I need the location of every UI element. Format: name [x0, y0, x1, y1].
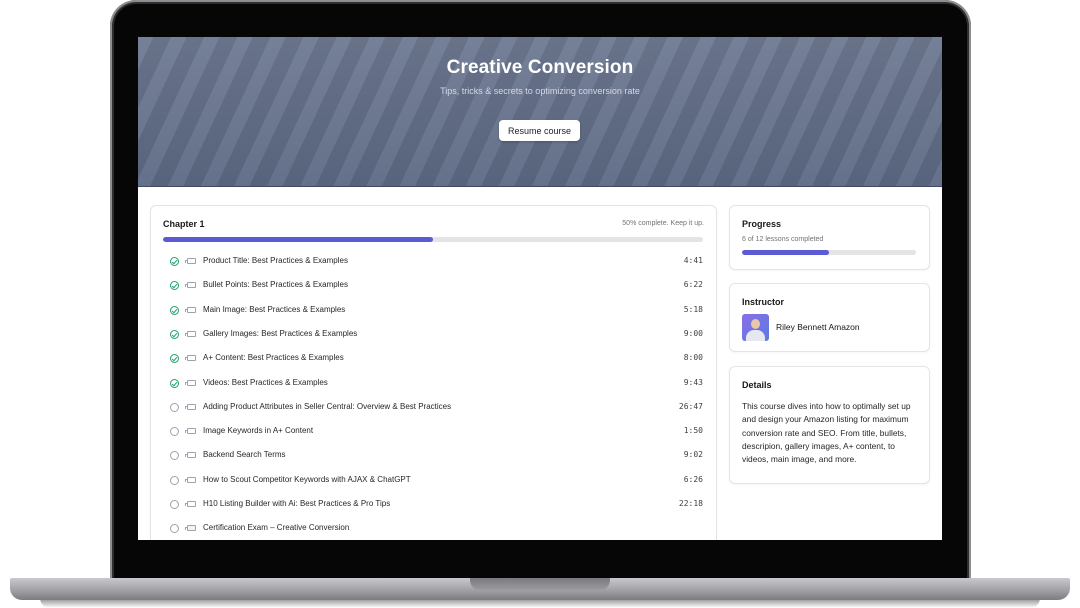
lesson-duration: 6:26 — [683, 474, 703, 484]
empty-circle-icon — [170, 402, 179, 412]
video-icon — [185, 379, 196, 386]
check-circle-icon — [170, 354, 179, 364]
check-circle-icon — [170, 257, 179, 266]
instructor-card: Instructor Riley Bennett Amazon — [729, 283, 930, 352]
lesson-duration: 9:43 — [683, 377, 703, 387]
lesson-row[interactable]: Image Keywords in A+ Content 1:50 — [163, 424, 703, 442]
check-circle-icon — [170, 378, 179, 388]
empty-circle-icon — [170, 427, 179, 437]
lesson-row[interactable]: H10 Listing Builder with Ai: Best Practi… — [163, 497, 703, 515]
lesson-row[interactable]: Bullet Points: Best Practices & Examples… — [163, 278, 703, 296]
lesson-row[interactable]: A+ Content: Best Practices & Examples 8:0… — [163, 351, 703, 369]
check-circle-icon — [170, 329, 179, 339]
lesson-row[interactable]: Certification Exam – Creative Conversion — [163, 521, 703, 539]
course-title: Creative Conversion — [446, 57, 634, 78]
lesson-title: Adding Product Attributes in Seller Cent… — [203, 401, 452, 411]
lesson-duration: 5:18 — [683, 304, 703, 314]
progress-heading: Progress — [742, 219, 782, 229]
lesson-title: Bullet Points: Best Practices & Examples — [203, 280, 348, 290]
video-icon — [185, 403, 196, 410]
lesson-title: H10 Listing Builder with Ai: Best Practi… — [203, 499, 391, 508]
video-icon — [185, 501, 196, 507]
lesson-row[interactable]: Product Title: Best Practices & Examples… — [163, 254, 703, 272]
empty-circle-icon — [170, 524, 179, 534]
check-circle-icon — [170, 305, 179, 315]
lesson-row[interactable]: Main Image: Best Practices & Examples 5:1… — [163, 303, 703, 321]
video-icon — [185, 258, 196, 264]
check-circle-icon — [170, 281, 179, 291]
chapter-progress-text: 50% complete. Keep it up. — [622, 220, 704, 227]
screen: Creative Conversion Tips, tricks & secre… — [138, 37, 942, 540]
empty-circle-icon — [170, 451, 179, 461]
lesson-duration: 22:18 — [678, 499, 703, 508]
instructor-avatar[interactable] — [742, 314, 769, 341]
progress-summary: 6 of 12 lessons completed — [742, 236, 824, 243]
lesson-duration: 9:02 — [683, 450, 703, 460]
lesson-title: Certification Exam – Creative Conversion — [203, 523, 350, 533]
video-icon — [185, 306, 196, 313]
lesson-row[interactable]: How to Scout Competitor Keywords with AJ… — [163, 473, 703, 491]
details-card: Details This course dives into how to op… — [729, 366, 930, 484]
lesson-title: How to Scout Competitor Keywords with AJ… — [203, 474, 411, 484]
video-icon — [185, 452, 196, 459]
chapter-card: Chapter 1 50% complete. Keep it up. Prod… — [150, 205, 717, 540]
course-progress-bar — [742, 250, 916, 255]
video-icon — [185, 282, 196, 289]
course-progress-fill — [742, 250, 829, 255]
details-text: This course dives into how to optimally … — [742, 401, 911, 465]
empty-circle-icon — [170, 475, 179, 485]
video-icon — [185, 428, 196, 435]
lesson-title: Gallery Images: Best Practices & Example… — [203, 328, 358, 338]
laptop-notch — [470, 578, 610, 590]
chapter-progress-fill — [163, 237, 433, 242]
lesson-duration: 4:41 — [683, 256, 703, 265]
lesson-duration: 26:47 — [678, 401, 703, 411]
chapter-title: Chapter 1 — [163, 219, 205, 229]
lesson-row[interactable]: Backend Search Terms 9:02 — [163, 448, 703, 466]
empty-circle-icon — [170, 500, 179, 509]
video-icon — [185, 476, 196, 483]
progress-card: Progress 6 of 12 lessons completed — [729, 205, 930, 270]
lesson-title: Image Keywords in A+ Content — [203, 426, 314, 436]
video-icon — [185, 355, 196, 362]
exam-icon — [185, 525, 196, 532]
lesson-title: Backend Search Terms — [203, 450, 286, 460]
resume-course-button[interactable]: Resume course — [499, 120, 580, 141]
chapter-progress-bar — [163, 237, 703, 242]
instructor-heading: Instructor — [742, 297, 785, 307]
lesson-duration: 1:50 — [683, 426, 703, 436]
lesson-row[interactable]: Videos: Best Practices & Examples 9:43 — [163, 376, 703, 394]
lesson-duration: 9:00 — [683, 328, 703, 338]
details-heading: Details — [742, 380, 772, 390]
lesson-duration: 8:00 — [683, 353, 703, 363]
lesson-row[interactable]: Gallery Images: Best Practices & Example… — [163, 327, 703, 345]
instructor-name[interactable]: Riley Bennett Amazon — [776, 322, 860, 332]
lesson-row[interactable]: Adding Product Attributes in Seller Cent… — [163, 400, 703, 418]
lesson-title: Videos: Best Practices & Examples — [203, 377, 328, 387]
video-icon — [185, 330, 196, 337]
course-hero: Creative Conversion Tips, tricks & secre… — [138, 37, 942, 187]
lesson-duration: 6:22 — [683, 280, 703, 290]
lesson-title: Product Title: Best Practices & Examples — [203, 256, 348, 265]
lesson-title: Main Image: Best Practices & Examples — [203, 304, 346, 314]
lesson-title: A+ Content: Best Practices & Examples — [203, 353, 344, 363]
course-subtitle: Tips, tricks & secrets to optimizing con… — [440, 86, 640, 96]
